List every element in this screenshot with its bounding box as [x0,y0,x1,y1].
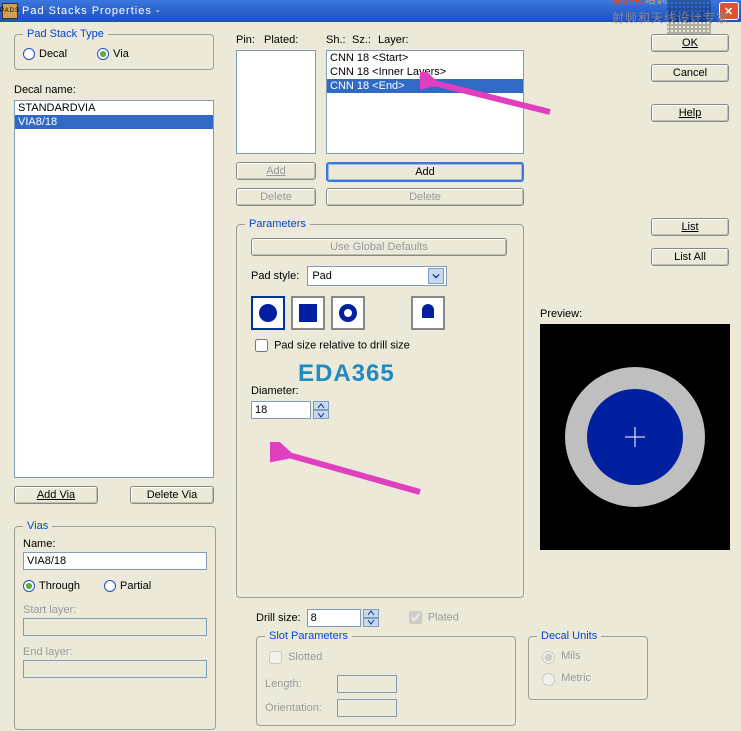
units-legend: Decal Units [537,630,601,642]
col-sz: Sz.: [352,34,371,46]
pad-stack-type-legend: Pad Stack Type [23,28,108,40]
col-layer: Layer: [378,34,409,46]
radio-partial[interactable]: Partial [104,580,151,592]
shape-annular-button[interactable] [331,296,365,330]
pad-size-relative-checkbox[interactable]: Pad size relative to drill size [251,336,515,355]
cancel-button[interactable]: Cancel [651,64,729,82]
pad-style-select[interactable]: Pad [307,266,447,286]
add-via-button[interactable]: Add Via [14,486,98,504]
parameters-group: Parameters Use Global Defaults Pad style… [236,218,524,598]
col-plated: Plated: [264,34,298,46]
col-sh: Sh.: [326,34,346,46]
slot-length-label: Length: [265,678,329,690]
list-all-button[interactable]: List All [651,248,729,266]
pin-list[interactable] [236,50,316,154]
end-layer-label: End layer: [23,646,207,658]
radio-mils: Mils [537,648,639,664]
parameters-legend: Parameters [245,218,310,230]
window-title: Pad Stacks Properties - [22,5,161,17]
start-layer-input [23,618,207,636]
end-layer-input [23,660,207,678]
radio-metric: Metric [537,670,639,686]
list-item[interactable]: VIA8/18 [15,115,213,129]
start-layer-label: Start layer: [23,604,207,616]
decal-units-group: Decal Units Mils Metric [528,630,648,700]
radio-decal[interactable]: Decal [23,48,67,60]
delete-via-button[interactable]: Delete Via [130,486,214,504]
help-button[interactable]: Help [651,104,729,122]
shape-circle-button[interactable] [251,296,285,330]
diameter-label: Diameter: [251,385,515,397]
ok-button[interactable]: OK [651,34,729,52]
decal-name-label: Decal name: [14,84,76,96]
preview-pane [540,324,730,550]
list-button[interactable]: List [651,218,729,236]
preview-label: Preview: [540,308,582,320]
vias-name-label: Name: [23,538,207,550]
radio-via[interactable]: Via [97,48,129,60]
slot-length-input [337,675,397,693]
slot-orient-input [337,699,397,717]
app-icon: PADS [2,3,18,19]
drill-size-input[interactable] [307,609,361,627]
pin-add-button: Add [236,162,316,180]
radio-through[interactable]: Through [23,580,80,592]
close-button[interactable]: ✕ [719,2,739,20]
use-global-defaults-button: Use Global Defaults [251,238,507,256]
decal-name-list[interactable]: STANDARDVIA VIA8/18 [14,100,214,478]
diameter-spin-up[interactable] [313,401,329,410]
diameter-input[interactable] [251,401,311,419]
titlebar: PADS Pad Stacks Properties - ✕ [0,0,741,22]
plated-checkbox: Plated [405,608,459,627]
slotted-checkbox: Slotted [265,651,322,663]
list-item[interactable]: STANDARDVIA [15,101,213,115]
diameter-spin-down[interactable] [313,410,329,419]
pad-stack-type-group: Pad Stack Type Decal Via [14,28,214,70]
drill-size-label: Drill size: [256,612,301,624]
preview-graphic [540,324,730,550]
pad-style-label: Pad style: [251,270,299,282]
vias-group: Vias Name: Through Partial Start layer: … [14,520,216,730]
list-item[interactable]: CNN 18 <Start> [327,51,523,65]
drill-spin-up[interactable] [363,609,379,618]
slot-orient-label: Orientation: [265,702,329,714]
chevron-down-icon[interactable] [428,268,444,284]
layer-list[interactable]: CNN 18 <Start> CNN 18 <Inner Layers> CNN… [326,50,524,154]
shape-oval-button[interactable] [411,296,445,330]
col-pin: Pin: [236,34,255,46]
slot-legend: Slot Parameters [265,630,352,642]
list-item[interactable]: CNN 18 <Inner Layers> [327,65,523,79]
layer-add-button[interactable]: Add [326,162,524,182]
vias-legend: Vias [23,520,52,532]
pin-delete-button: Delete [236,188,316,206]
shape-square-button[interactable] [291,296,325,330]
drill-spin-down[interactable] [363,618,379,627]
layer-delete-button: Delete [326,188,524,206]
vias-name-input[interactable] [23,552,207,570]
slot-parameters-group: Slot Parameters Slotted Length: Orientat… [256,630,516,726]
list-item[interactable]: CNN 18 <End> [327,79,523,93]
